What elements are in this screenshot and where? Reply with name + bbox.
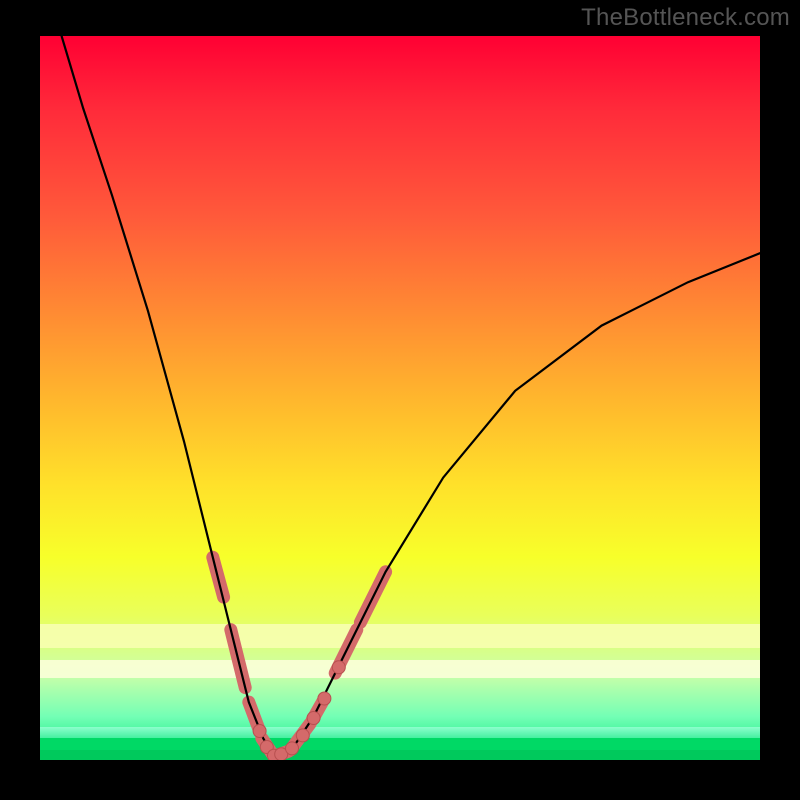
chart-stage: TheBottleneck.com bbox=[0, 0, 800, 800]
plot-area bbox=[40, 36, 760, 760]
watermark-text: TheBottleneck.com bbox=[581, 4, 790, 32]
highlight-node bbox=[253, 725, 266, 738]
highlight-group bbox=[213, 557, 386, 756]
chart-svg bbox=[40, 36, 760, 760]
bottleneck-curve bbox=[62, 36, 760, 756]
highlight-node bbox=[332, 661, 345, 674]
highlight-node bbox=[318, 692, 331, 705]
highlight-node bbox=[307, 712, 320, 725]
highlight-node bbox=[286, 742, 299, 755]
highlight-node bbox=[296, 729, 309, 742]
